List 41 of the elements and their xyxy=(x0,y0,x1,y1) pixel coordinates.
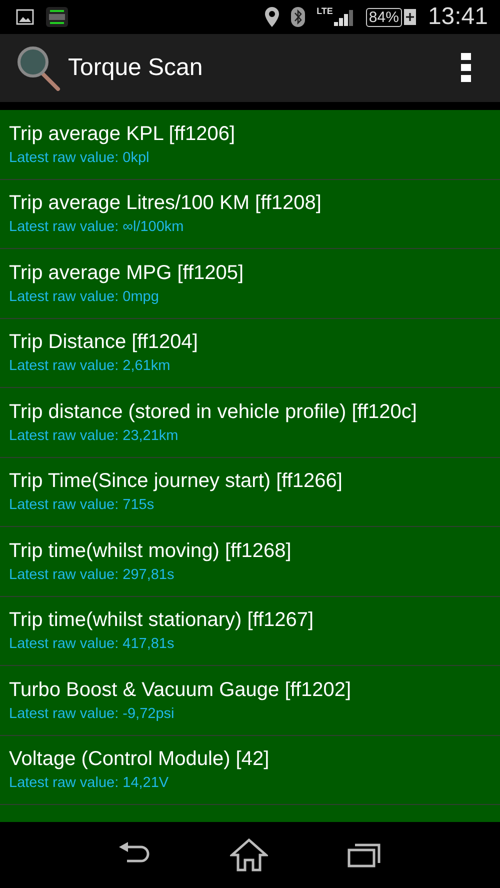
sensor-list-item[interactable]: Trip time(whilst stationary) [ff1267] Latest raw value: 417,81s xyxy=(0,596,500,666)
home-icon[interactable] xyxy=(230,838,268,872)
raw-value: Latest raw value: 417,81s xyxy=(9,636,176,652)
app-title: Torque Scan xyxy=(68,54,203,82)
sensor-list-item[interactable]: Trip Distance [ff1204] Latest raw value: 2,61km xyxy=(0,318,500,388)
sensor-list-item[interactable]: Trip average MPG [ff1205] Latest raw value: 0mpg xyxy=(0,249,500,318)
clock-time: 13:41 xyxy=(428,3,488,31)
location-icon xyxy=(264,7,279,27)
sensor-name: Voltage (Control Module) [42] xyxy=(9,748,270,772)
sensor-name: Trip time(whilst stationary) [ff1267] xyxy=(9,609,315,632)
sensor-name: Trip average MPG [ff1205] xyxy=(9,262,245,285)
sensor-list-item[interactable]: Trip average KPL [ff1206] Latest raw value: 0kpl xyxy=(0,110,500,180)
sensor-list-item[interactable]: Voltage (Control Module) [42] Latest raw value: 14,21V xyxy=(0,736,500,805)
sensor-list-item[interactable]: Turbo Boost & Vacuum Gauge [ff1202] Latest raw value: -9,72psi xyxy=(0,666,500,736)
raw-value: Latest raw value: 297,81s xyxy=(9,566,176,583)
more-options-icon[interactable] xyxy=(460,52,472,84)
raw-value: Latest raw value: 23,21km xyxy=(9,428,180,444)
raw-value: Latest raw value: 0mpg xyxy=(9,288,160,305)
sensor-name: Trip time(whilst moving) [ff1268] xyxy=(9,540,292,563)
sensor-name: Trip distance (stored in vehicle profile) [ff120c] xyxy=(9,400,418,424)
charging-icon xyxy=(404,9,416,25)
sensor-list-item[interactable]: Trip Time(Since journey start) [ff1266] Latest raw value: 715s xyxy=(0,458,500,527)
bluetooth-icon xyxy=(290,7,305,27)
raw-value: Latest raw value: -9,72psi xyxy=(9,706,176,722)
raw-value: Latest raw value: ∞l/100km xyxy=(9,219,185,236)
raw-value: Latest raw value: 0kpl xyxy=(9,150,150,166)
sensor-name: Trip Time(Since journey start) [ff1266] xyxy=(9,470,344,494)
network-type: LTE xyxy=(316,6,333,16)
recent-apps-icon[interactable] xyxy=(346,841,381,869)
raw-value: Latest raw value: 715s xyxy=(9,497,156,514)
image-icon xyxy=(16,9,34,25)
sensor-list-item[interactable]: Trip time(whilst moving) [ff1268] Latest raw value: 297,81s xyxy=(0,527,500,596)
sensor-name: Trip average KPL [ff1206] xyxy=(9,122,236,146)
sensor-list-item[interactable]: Trip distance (stored in vehicle profile) [ff120c] Latest raw value: 23,21km xyxy=(0,388,500,458)
sensor-name: Turbo Boost & Vacuum Gauge [ff1202] xyxy=(9,678,352,702)
raw-value: Latest raw value: 14,21V xyxy=(9,775,170,792)
raw-value: Latest raw value: 2,61km xyxy=(9,358,172,374)
sensor-name: Trip average Litres/100 KM [ff1208] xyxy=(9,192,322,216)
sensor-list-item[interactable]: Trip average Litres/100 KM [ff1208] Latest raw value: ∞l/100km xyxy=(0,180,500,249)
sensor-name: Trip Distance [ff1204] xyxy=(9,331,199,354)
battery-indicator: 84% xyxy=(366,8,402,26)
